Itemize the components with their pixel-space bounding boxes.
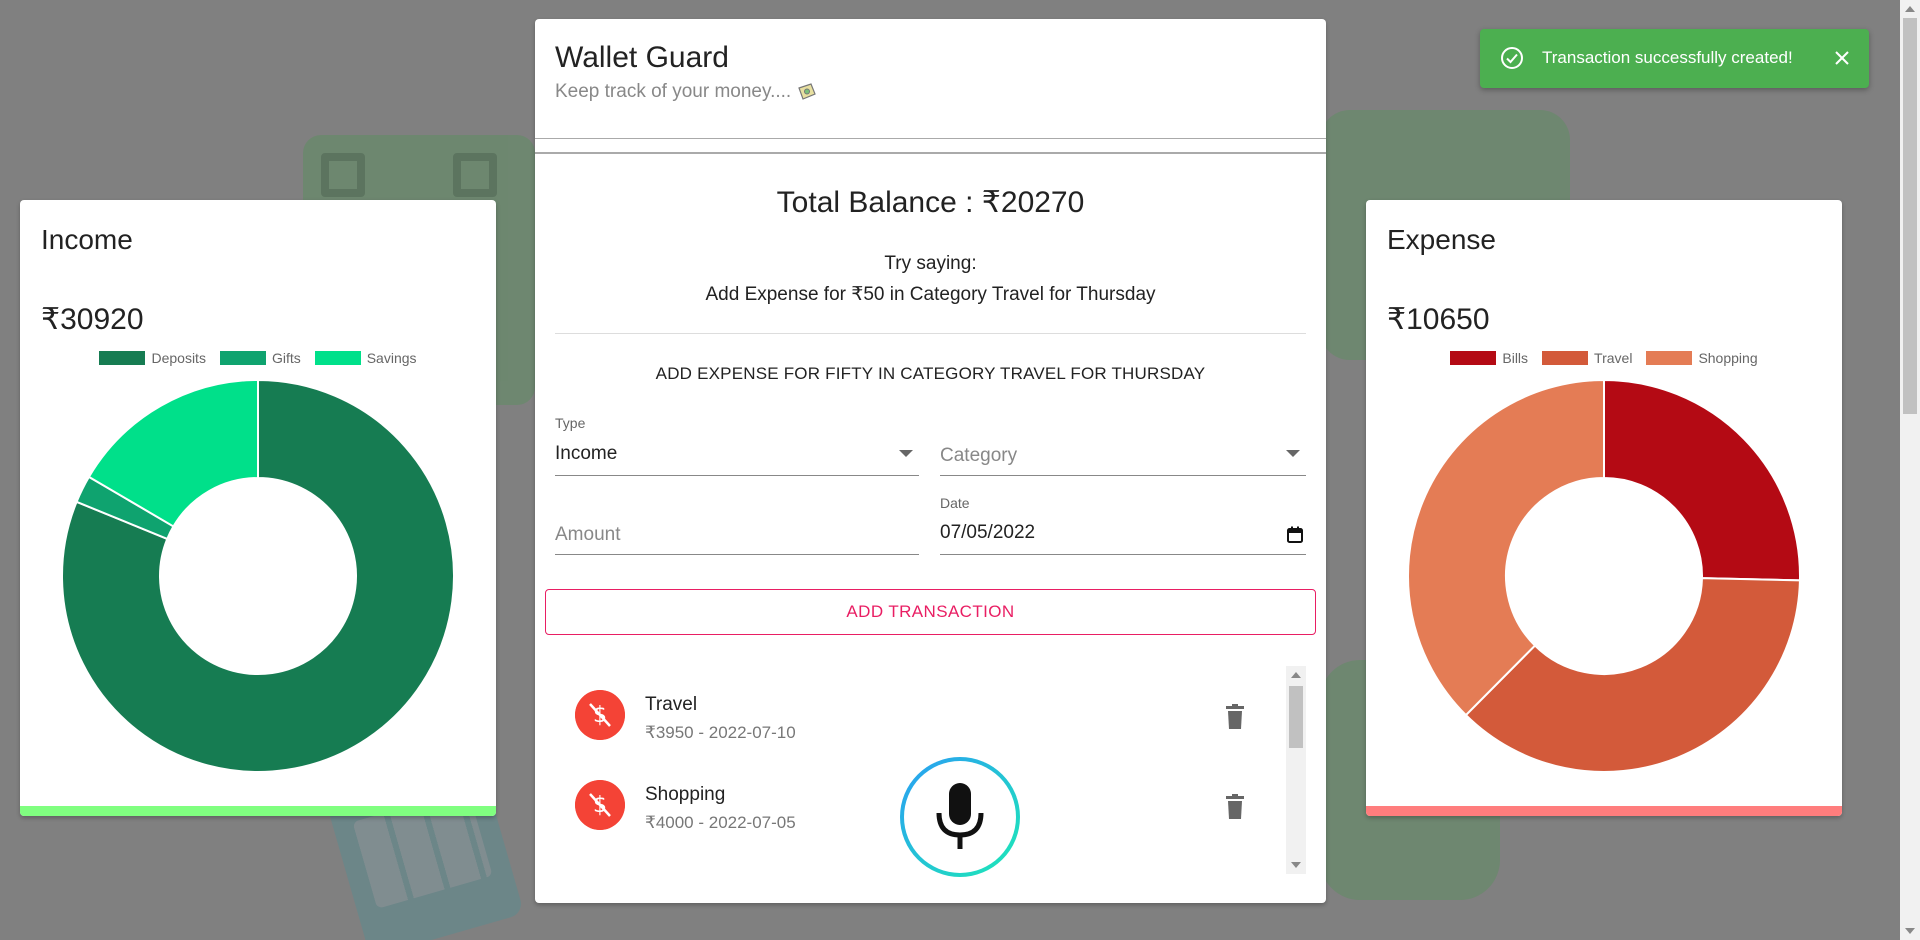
transaction-list-scrollbar[interactable]	[1286, 666, 1306, 874]
microphone-icon	[936, 783, 984, 849]
scroll-up-arrow-icon[interactable]	[1905, 6, 1915, 12]
income-donut-chart	[61, 378, 455, 773]
microphone-button[interactable]	[900, 757, 1020, 877]
income-title: Income	[41, 224, 133, 255]
amount-placeholder: Amount	[555, 524, 621, 545]
scroll-up-arrow-icon[interactable]	[1291, 672, 1301, 678]
legend-label: Bills	[1502, 350, 1529, 366]
expense-legend: Bills Travel Shopping	[1366, 350, 1842, 366]
page-scrollbar[interactable]	[1900, 0, 1920, 940]
legend-label: Gifts	[271, 350, 301, 366]
legend-label: Deposits	[151, 350, 206, 366]
legend-item-deposits[interactable]: Deposits	[99, 350, 206, 366]
app-subtitle-text: Keep track of your money....	[555, 81, 792, 102]
app-subtitle: Keep track of your money....	[555, 81, 817, 103]
expense-slice-travel[interactable]	[1464, 577, 1801, 773]
toast-message: Transaction successfully created!	[1542, 48, 1793, 67]
date-input[interactable]: Date 07/05/2022	[940, 495, 1306, 555]
income-accent-bar	[20, 806, 496, 816]
legend-swatch-gifts	[219, 351, 266, 365]
money-off-icon: $	[575, 780, 625, 830]
category-select[interactable]: Category	[940, 415, 1306, 476]
transaction-title: Shopping	[645, 784, 726, 805]
hint-heading: Try saying:	[884, 253, 977, 274]
legend-item-shopping[interactable]: Shopping	[1646, 350, 1758, 366]
list-item[interactable]: $ Travel ₹3950 - 2022-07-10	[555, 666, 1276, 756]
legend-label: Shopping	[1698, 350, 1758, 366]
legend-swatch-travel	[1542, 351, 1589, 365]
hint-divider	[555, 333, 1306, 334]
income-total: ₹30920	[41, 303, 144, 336]
page-scroll-thumb[interactable]	[1903, 18, 1917, 414]
app-header: Wallet Guard Keep track of your money...…	[535, 19, 1326, 139]
app-title: Wallet Guard	[555, 41, 729, 74]
income-card: Income ₹30920 Deposits Gifts Savings	[20, 200, 496, 816]
expense-slice-bills[interactable]	[1603, 378, 1801, 582]
amount-input[interactable]: Amount	[555, 495, 919, 555]
transaction-detail: ₹3950 - 2022-07-10	[645, 723, 796, 742]
type-select[interactable]: Type Income	[555, 415, 919, 476]
expense-slice-shopping[interactable]	[1407, 378, 1605, 717]
microphone-button-inner	[904, 761, 1016, 873]
legend-item-travel[interactable]: Travel	[1542, 350, 1632, 366]
expense-donut-chart	[1407, 378, 1801, 773]
scroll-down-arrow-icon[interactable]	[1905, 928, 1915, 934]
legend-label: Travel	[1594, 350, 1633, 366]
date-value: 07/05/2022	[940, 522, 1036, 543]
legend-item-savings[interactable]: Savings	[314, 350, 417, 366]
date-label: Date	[940, 495, 970, 511]
legend-label: Savings	[366, 350, 417, 366]
delete-icon[interactable]	[1224, 794, 1246, 820]
success-toast: Transaction successfully created!	[1480, 29, 1869, 88]
transaction-detail: ₹4000 - 2022-07-05	[645, 813, 796, 832]
speech-transcript: ADD EXPENSE FOR FIFTY IN CATEGORY TRAVEL…	[655, 364, 1206, 383]
type-label: Type	[555, 415, 586, 431]
legend-swatch-savings	[314, 351, 361, 365]
check-circle-icon	[1501, 47, 1523, 69]
expense-card: Expense ₹10650 Bills Travel Shopping	[1366, 200, 1842, 816]
delete-icon[interactable]	[1224, 704, 1246, 730]
expense-accent-bar	[1366, 806, 1842, 816]
category-placeholder: Category	[940, 445, 1018, 466]
transaction-title: Travel	[645, 694, 698, 715]
hint-example: Add Expense for ₹50 in Category Travel f…	[705, 284, 1156, 305]
chevron-down-icon	[899, 450, 913, 457]
legend-swatch-shopping	[1646, 351, 1693, 365]
type-value: Income	[555, 443, 618, 464]
legend-swatch-bills	[1450, 351, 1497, 365]
legend-swatch-deposits	[99, 351, 146, 365]
legend-item-gifts[interactable]: Gifts	[219, 350, 301, 366]
calendar-icon[interactable]	[1286, 526, 1304, 544]
income-legend: Deposits Gifts Savings	[20, 350, 496, 366]
expense-total: ₹10650	[1387, 303, 1490, 336]
scroll-down-arrow-icon[interactable]	[1291, 862, 1301, 868]
total-balance: Total Balance : ₹20270	[776, 186, 1085, 219]
money-bag-icon	[798, 83, 816, 100]
money-off-icon: $	[575, 690, 625, 740]
chevron-down-icon	[1286, 450, 1300, 457]
legend-item-bills[interactable]: Bills	[1450, 350, 1528, 366]
add-transaction-button[interactable]: ADD TRANSACTION	[545, 589, 1316, 635]
scroll-thumb[interactable]	[1289, 686, 1303, 748]
header-divider	[535, 152, 1326, 154]
expense-title: Expense	[1387, 224, 1496, 255]
close-icon[interactable]	[1833, 49, 1851, 67]
